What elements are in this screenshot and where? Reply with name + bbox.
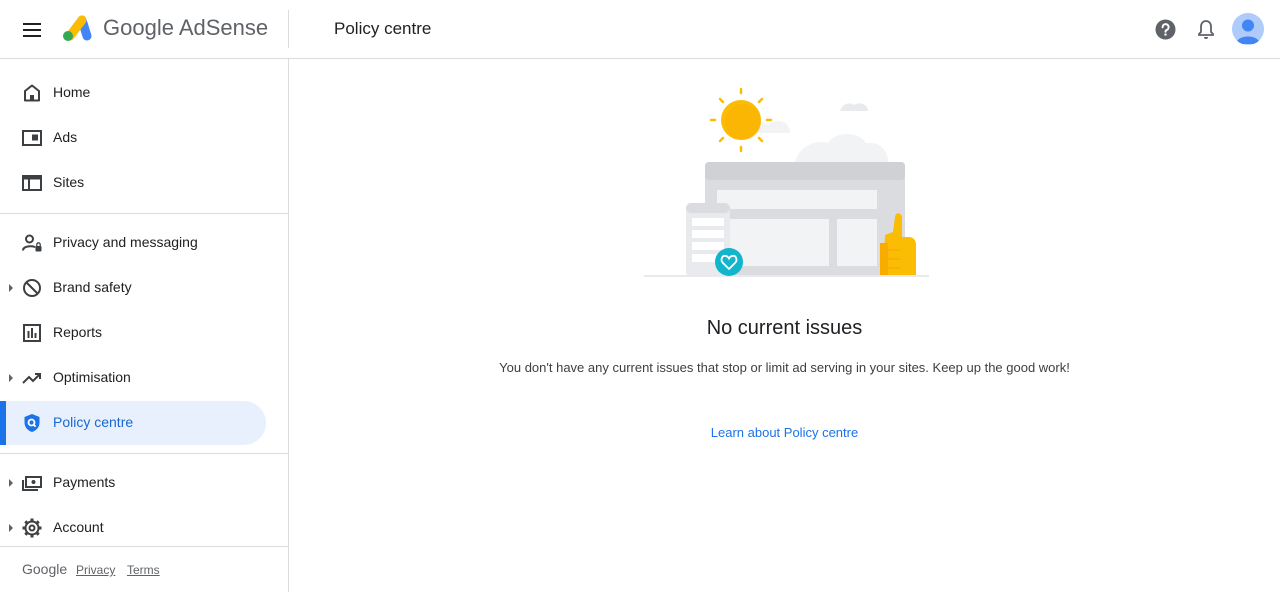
status-heading: No current issues: [706, 317, 863, 339]
heart-badge-icon: [715, 248, 743, 276]
expand-caret-icon[interactable]: [9, 479, 13, 487]
sidebar-divider: [0, 213, 288, 214]
sidebar-item-label: Payments: [53, 474, 116, 490]
home-icon: [24, 84, 40, 102]
sidebar-item-sites[interactable]: Sites: [0, 161, 288, 205]
expand-caret-icon[interactable]: [9, 524, 13, 532]
sidebar-item-privacy-and-messaging[interactable]: Privacy and messaging: [0, 221, 288, 265]
sidebar-item-label: Optimisation: [53, 369, 131, 385]
footer-google-logo: Google: [22, 561, 68, 577]
adsense-logo-icon: [63, 15, 92, 41]
sidebar-item-label: Account: [53, 519, 104, 535]
reports-icon: [23, 324, 41, 342]
brand-name[interactable]: Google AdSense: [103, 15, 268, 41]
sidebar-item-ads[interactable]: Ads: [0, 116, 288, 160]
shield-icon: [24, 414, 40, 432]
sidebar-item-account[interactable]: Account: [0, 506, 288, 550]
no-issues-illustration: [644, 87, 929, 277]
sidebar-item-label: Ads: [53, 129, 78, 145]
trending-up-icon: [22, 373, 41, 384]
sidebar-footer: Google Privacy Terms: [0, 546, 288, 592]
payments-icon: [22, 476, 42, 491]
sites-icon: [22, 175, 42, 191]
notifications-bell-icon[interactable]: [1196, 19, 1216, 40]
sidebar-item-brand-safety[interactable]: Brand safety: [0, 266, 288, 310]
expand-caret-icon[interactable]: [9, 284, 13, 292]
sidebar-item-optimisation[interactable]: Optimisation: [0, 356, 288, 400]
learn-about-policy-centre-link[interactable]: Learn about Policy centre: [289, 425, 1280, 440]
privacy-link[interactable]: Privacy: [76, 563, 115, 577]
avatar[interactable]: [1232, 13, 1264, 45]
ads-icon: [22, 130, 42, 146]
expand-caret-icon[interactable]: [9, 374, 13, 382]
main-content: No current issues You don't have any cur…: [289, 59, 1280, 592]
top-bar: Google AdSense Policy centre: [0, 0, 1280, 59]
page-title: Policy centre: [334, 19, 432, 38]
menu-icon[interactable]: [20, 18, 44, 42]
sidebar-item-label: Policy centre: [53, 414, 134, 430]
header-divider: [288, 10, 289, 48]
sidebar-item-payments[interactable]: Payments: [0, 461, 288, 505]
gear-icon: [22, 518, 42, 538]
sidebar-item-home[interactable]: Home: [0, 71, 288, 115]
terms-link[interactable]: Terms: [127, 563, 160, 577]
status-description: You don't have any current issues that s…: [499, 360, 1070, 375]
sidebar-item-label: Home: [53, 84, 91, 100]
sidebar-item-policy-centre[interactable]: Policy centre: [0, 401, 266, 445]
sidebar-divider: [0, 453, 288, 454]
help-icon[interactable]: [1155, 19, 1176, 40]
privacy-icon: [22, 234, 42, 252]
block-icon: [23, 279, 41, 297]
user-icon: [1236, 19, 1260, 44]
sidebar-item-label: Sites: [53, 174, 85, 190]
sidebar-item-label: Privacy and messaging: [53, 234, 198, 250]
sun-icon: [709, 87, 773, 153]
sidebar-item-label: Reports: [53, 324, 103, 340]
sidebar: Home Ads Sites Privacy and messaging Bra…: [0, 59, 289, 592]
sidebar-item-reports[interactable]: Reports: [0, 311, 288, 355]
sidebar-item-label: Brand safety: [53, 279, 132, 295]
